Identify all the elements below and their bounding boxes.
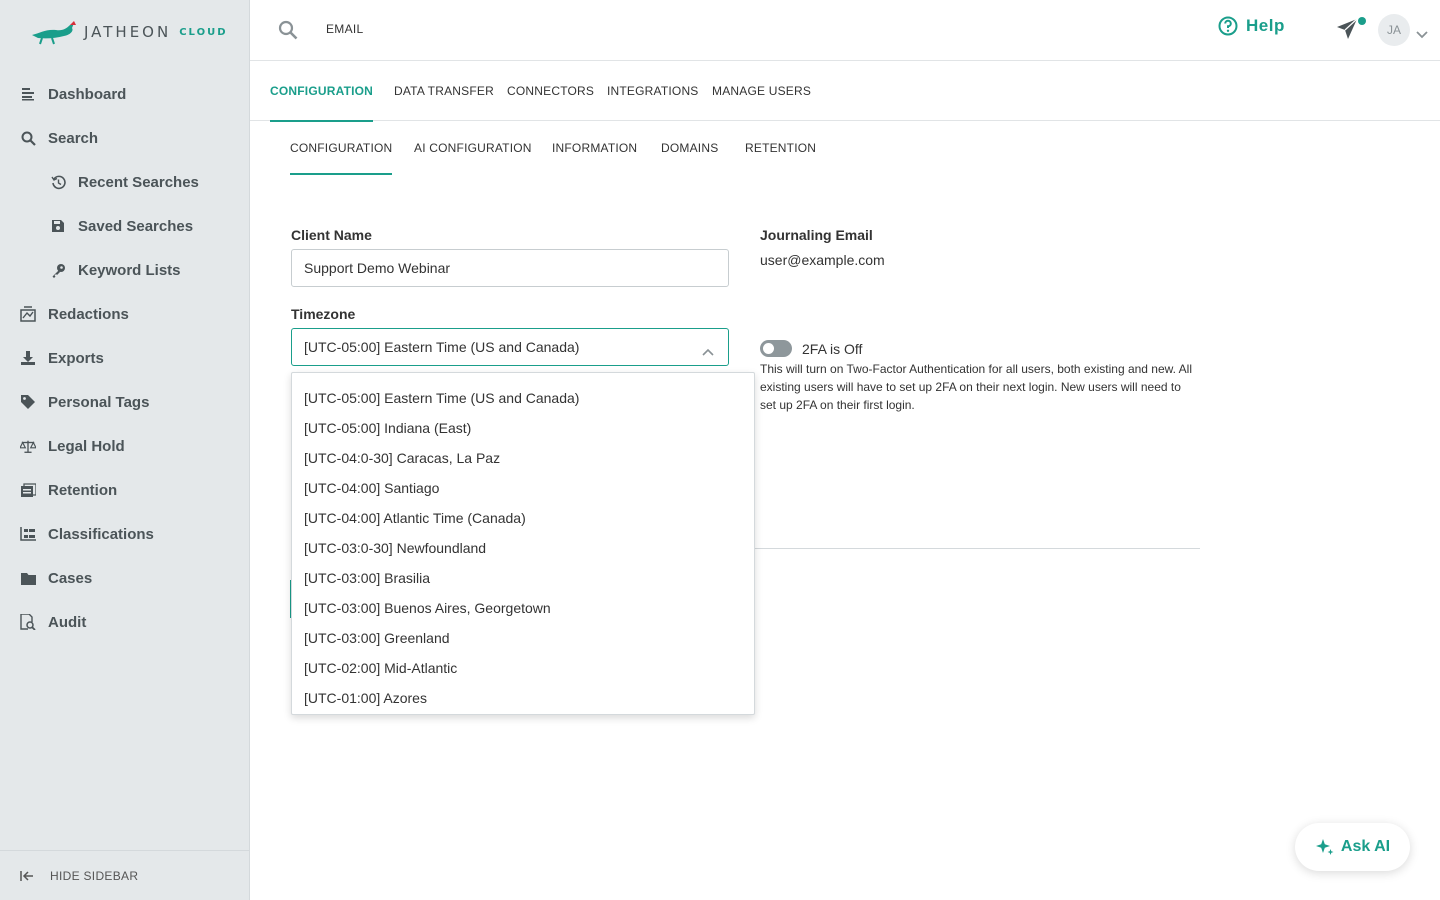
journaling-email-value: user@example.com (760, 252, 885, 268)
brand-product: CLOUD (179, 26, 228, 38)
sidebar-item-label: Recent Searches (78, 173, 199, 191)
chevron-down-icon[interactable] (1416, 26, 1428, 44)
hide-sidebar-label: HIDE SIDEBAR (50, 868, 139, 883)
subtab-configuration[interactable]: CONFIGURATION (290, 121, 393, 175)
sidebar-item-label: Keyword Lists (78, 261, 181, 279)
paper-plane-icon[interactable] (1336, 18, 1358, 45)
sidebar-item-label: Redactions (48, 305, 129, 323)
sidebar-item-personal-tags[interactable]: Personal Tags (0, 380, 250, 424)
audit-icon (20, 614, 36, 630)
timezone-option[interactable]: [UTC-05:00] Indiana (East) (292, 413, 754, 443)
timezone-option[interactable]: [UTC-03:0-30] Newfoundland (292, 533, 754, 563)
sidebar-item-label: Dashboard (48, 85, 127, 103)
twofa-toggle[interactable] (760, 340, 792, 357)
sparkle-icon (1315, 837, 1335, 857)
sidebar-item-label: Personal Tags (48, 393, 150, 411)
sidebar-item-audit[interactable]: Audit (0, 600, 250, 644)
redaction-icon (20, 306, 36, 322)
tab-data-transfer[interactable]: DATA TRANSFER (394, 61, 494, 121)
client-name-input[interactable]: Support Demo Webinar (291, 249, 729, 287)
sidebar-item-label: Audit (48, 613, 87, 631)
timezone-option[interactable]: [UTC-04:0-30] Caracas, La Paz (292, 443, 754, 473)
timezone-option[interactable]: [UTC-04:00] Santiago (292, 473, 754, 503)
history-icon (50, 174, 66, 190)
notification-dot (1358, 17, 1366, 25)
logo[interactable]: JATHEON CLOUD (30, 16, 228, 48)
sidebar-item-legal-hold[interactable]: Legal Hold (0, 424, 250, 468)
download-icon (20, 350, 36, 366)
sidebar-nav: Dashboard Search Recent Searches Saved S… (0, 72, 250, 644)
hide-sidebar-button[interactable]: HIDE SIDEBAR (0, 850, 250, 900)
avatar-initials: JA (1386, 23, 1401, 37)
sidebar-item-label: Legal Hold (48, 437, 125, 455)
sidebar: JATHEON CLOUD Dashboard Search Recent Se… (0, 0, 250, 900)
top-bar: EMAIL Help JA (250, 0, 1440, 61)
timezone-option[interactable]: [UTC-02:00] Mid-Atlantic (292, 653, 754, 683)
sidebar-item-classifications[interactable]: Classifications (0, 512, 250, 556)
brand-name: JATHEON (84, 23, 172, 41)
sidebar-item-label: Retention (48, 481, 118, 499)
sidebar-item-exports[interactable]: Exports (0, 336, 250, 380)
sidebar-item-label: Search (48, 129, 99, 147)
timezone-selected-value: [UTC-05:00] Eastern Time (US and Canada) (304, 339, 580, 355)
retention-icon (20, 482, 36, 498)
ask-ai-button[interactable]: Ask AI (1295, 823, 1410, 871)
timezone-option[interactable]: [UTC-05:00] Eastern Time (US and Canada) (292, 383, 754, 413)
timezone-dropdown: [UTC-05:00] Eastern Time (US and Canada)… (291, 372, 755, 715)
tab-integrations[interactable]: INTEGRATIONS (607, 61, 699, 121)
help-circle-icon (1218, 16, 1238, 36)
twofa-description: This will turn on Two-Factor Authenticat… (760, 362, 1192, 412)
subtab-retention[interactable]: RETENTION (745, 121, 816, 175)
sidebar-item-label: Exports (48, 349, 104, 367)
timezone-select[interactable]: [UTC-05:00] Eastern Time (US and Canada) (291, 328, 729, 366)
search-icon (20, 130, 36, 146)
collapse-left-icon (20, 870, 34, 882)
client-name-value: Support Demo Webinar (304, 260, 451, 276)
journaling-email-label: Journaling Email (760, 227, 873, 243)
sidebar-item-cases[interactable]: Cases (0, 556, 250, 600)
twofa-status-label: 2FA is Off (802, 341, 863, 357)
ask-ai-label: Ask AI (1340, 838, 1391, 855)
help-button[interactable]: Help (1218, 16, 1285, 36)
timezone-option[interactable]: [UTC-04:00] Atlantic Time (Canada) (292, 503, 754, 533)
subtab-ai-configuration[interactable]: AI CONFIGURATION (414, 121, 532, 175)
tab-configuration[interactable]: CONFIGURATION (270, 61, 374, 122)
tab-manage-users[interactable]: MANAGE USERS (712, 61, 811, 121)
search-scope-label[interactable]: EMAIL (326, 22, 364, 36)
subtab-domains[interactable]: DOMAINS (661, 121, 718, 175)
sidebar-item-label: Cases (48, 569, 93, 587)
sidebar-item-label: Saved Searches (78, 217, 194, 235)
folder-icon (20, 570, 36, 586)
scale-icon (20, 438, 36, 454)
subtab-information[interactable]: INFORMATION (552, 121, 637, 175)
timezone-option[interactable]: [UTC-01:00] Azores (292, 683, 754, 713)
tag-icon (20, 394, 36, 410)
sub-tabs: CONFIGURATION AI CONFIGURATION INFORMATI… (290, 121, 1190, 175)
timezone-option[interactable]: [UTC-03:00] Greenland (292, 623, 754, 653)
sidebar-item-retention[interactable]: Retention (0, 468, 250, 512)
sidebar-item-recent-searches[interactable]: Recent Searches (0, 160, 250, 204)
timezone-option[interactable]: [UTC-03:00] Brasilia (292, 563, 754, 593)
sidebar-item-label: Classifications (48, 525, 154, 543)
sidebar-item-dashboard[interactable]: Dashboard (0, 72, 250, 116)
key-icon (50, 262, 66, 278)
list-icon (20, 86, 36, 102)
chevron-up-icon (702, 343, 714, 359)
search-icon[interactable] (278, 20, 298, 45)
fox-logo-icon (32, 21, 76, 45)
save-icon (50, 218, 66, 234)
sidebar-item-redactions[interactable]: Redactions (0, 292, 250, 336)
client-name-label: Client Name (291, 227, 372, 243)
timezone-label: Timezone (291, 306, 356, 322)
help-label: Help (1246, 16, 1285, 35)
avatar[interactable]: JA (1378, 14, 1410, 46)
section-divider (755, 548, 1200, 549)
timezone-option[interactable]: [UTC-03:00] Buenos Aires, Georgetown (292, 593, 754, 623)
sidebar-item-search[interactable]: Search (0, 116, 250, 160)
hierarchy-icon (20, 526, 36, 542)
tab-connectors[interactable]: CONNECTORS (507, 61, 594, 121)
sidebar-item-keyword-lists[interactable]: Keyword Lists (0, 248, 250, 292)
sidebar-item-saved-searches[interactable]: Saved Searches (0, 204, 250, 248)
main-tabs: CONFIGURATION DATA TRANSFER CONNECTORS I… (250, 61, 1440, 122)
